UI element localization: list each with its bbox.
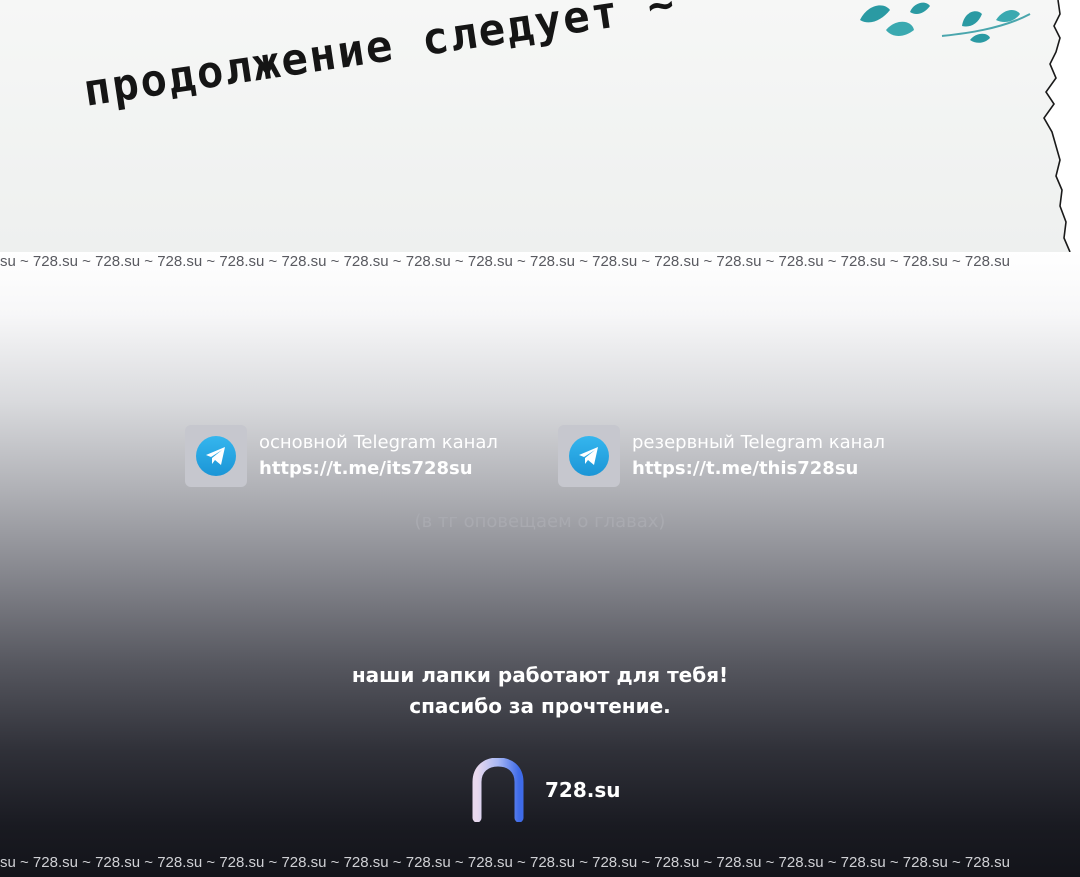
manga-panel: продолжение следует ~ [0,0,1080,252]
telegram-backup-link[interactable]: https://t.me/this728su [632,456,885,482]
telegram-main-channel[interactable]: основной Telegram канал https://t.me/its… [185,425,498,487]
telegram-icon [569,436,609,476]
telegram-icon [196,436,236,476]
telegram-backup-label: резервный Telegram канал [632,432,885,453]
telegram-main-label: основной Telegram канал [259,432,498,453]
telegram-icon-tile [185,425,247,487]
watermark-top: su ~ 728.su ~ 728.su ~ 728.su ~ 728.su ~… [0,253,1010,270]
torn-paper-edge [1043,0,1080,252]
chapter-notice: (в тг оповещаем о главах) [414,511,666,532]
thanks-message: наши лапки работают для тебя! спасибо за… [0,660,1080,722]
promo-section [0,252,1080,877]
thanks-line-2: спасибо за прочтение. [409,694,671,718]
telegram-backup-text: резервный Telegram канал https://t.me/th… [632,430,885,482]
watermark-bottom: su ~ 728.su ~ 728.su ~ 728.su ~ 728.su ~… [0,854,1010,871]
telegram-main-text: основной Telegram канал https://t.me/its… [259,430,498,482]
telegram-main-link[interactable]: https://t.me/its728su [259,456,498,482]
telegram-backup-channel[interactable]: резервный Telegram канал https://t.me/th… [558,425,885,487]
brand-name[interactable]: 728.su [545,777,621,803]
to-be-continued-text: продолжение следует ~ [80,0,680,117]
728su-logo-icon[interactable] [471,758,525,822]
telegram-icon-tile [558,425,620,487]
thanks-line-1: наши лапки работают для тебя! [351,663,729,687]
